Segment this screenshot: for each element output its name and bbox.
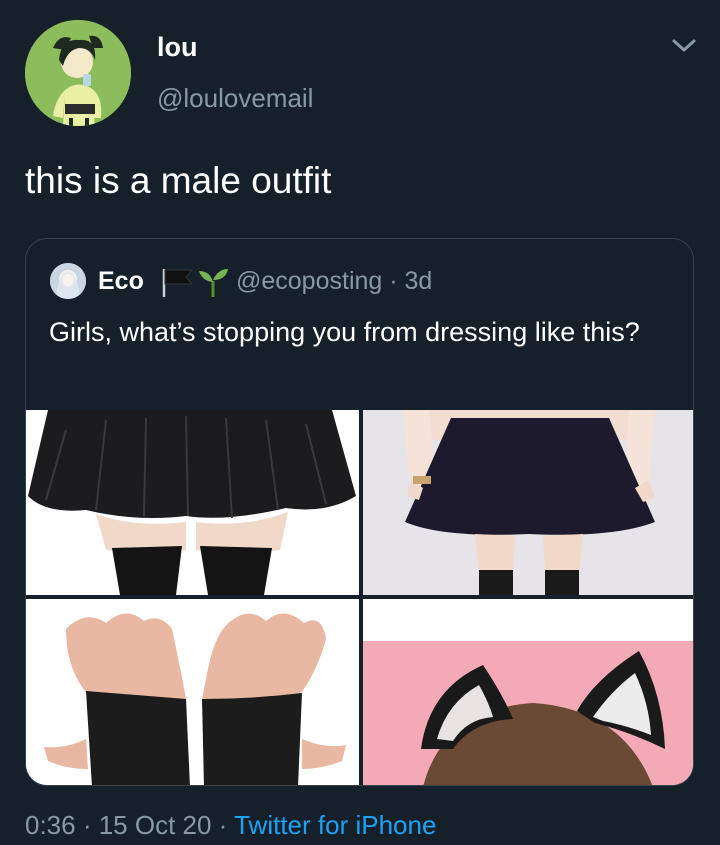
cat-ears-headband-photo[interactable] xyxy=(363,599,693,785)
media-grid xyxy=(26,410,693,785)
tweet-text: this is a male outfit xyxy=(25,160,332,201)
chevron-down-icon[interactable] xyxy=(670,36,698,56)
black-flag-icon xyxy=(158,265,198,299)
black-arm-warmers-photo[interactable] xyxy=(26,599,359,785)
anime-avatar-icon xyxy=(50,263,86,299)
quoted-handle-and-time[interactable]: @ecoposting · 3d xyxy=(236,267,432,296)
author-handle[interactable]: @loulovemail xyxy=(157,83,313,114)
quoted-tweet[interactable]: Eco @ecoposting · 3d Girls, what’s stopp… xyxy=(25,238,694,786)
source-link[interactable]: Twitter for iPhone xyxy=(234,810,436,840)
quoted-author-avatar[interactable] xyxy=(50,263,86,299)
quoted-tweet-text: Girls, what’s stopping you from dressing… xyxy=(49,317,640,347)
navy-skater-skirt-photo[interactable] xyxy=(363,410,693,595)
cartoon-avatar-icon xyxy=(25,20,131,126)
author-display-name[interactable]: lou xyxy=(157,32,198,63)
seedling-icon xyxy=(194,265,234,299)
timestamp-and-date[interactable]: 0:36 · 15 Oct 20 · xyxy=(25,810,234,840)
tweet-footer: 0:36 · 15 Oct 20 · Twitter for iPhone xyxy=(25,810,436,841)
author-avatar[interactable] xyxy=(25,20,131,126)
quoted-display-name[interactable]: Eco xyxy=(98,267,144,296)
black-pleated-skirt-photo[interactable] xyxy=(26,410,359,595)
